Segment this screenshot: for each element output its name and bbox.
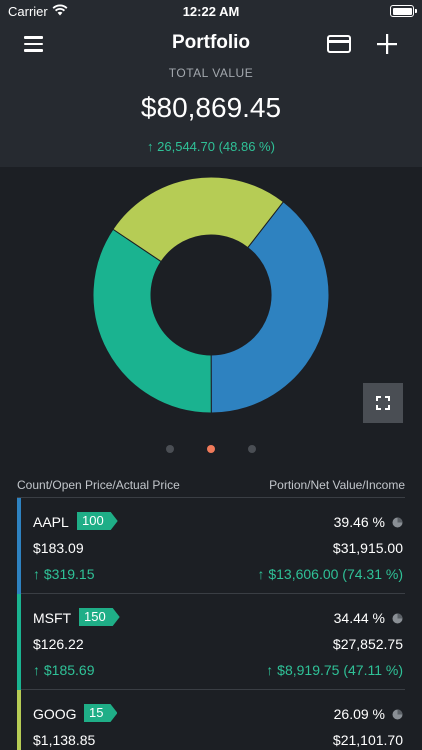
holding-open-price: $126.22 xyxy=(33,636,84,652)
holding-symbol: GOOG xyxy=(33,706,77,722)
holding-net-value: $31,915.00 xyxy=(332,540,403,556)
holding-count-tag: 15 xyxy=(84,704,117,722)
holding-color-bar xyxy=(17,690,21,750)
total-value: $80,869.45 xyxy=(140,92,282,123)
total-change: ↑ 26,544.70 (48.86 %) xyxy=(147,139,275,154)
holding-count-tag: 100 xyxy=(77,512,118,530)
holding-income: ↑ $13,606.00 (74.31 %) xyxy=(257,566,403,582)
navigation-bar: Portfolio xyxy=(0,26,422,62)
holding-row[interactable]: GOOG 15 26.09 % $1,138.85 $21,101.70 xyxy=(17,690,405,750)
holding-color-bar xyxy=(17,594,21,690)
page-dot[interactable] xyxy=(248,445,256,453)
card-button[interactable] xyxy=(326,32,352,56)
fullscreen-icon xyxy=(376,396,390,410)
pie-icon xyxy=(392,613,403,624)
menu-icon xyxy=(24,36,43,39)
holding-open-price: $183.09 xyxy=(33,540,84,556)
holding-net-value: $27,852.75 xyxy=(332,636,403,652)
total-value-label: TOTAL VALUE xyxy=(168,66,254,80)
holding-portion: 26.09 % xyxy=(333,706,385,722)
holding-symbol: AAPL xyxy=(33,514,69,530)
expand-button[interactable] xyxy=(363,383,403,423)
page-dot[interactable] xyxy=(166,445,174,453)
holding-price-change: ↑ $319.15 xyxy=(33,566,95,582)
donut-slice-msft[interactable] xyxy=(92,228,212,414)
list-header-left: Count/Open Price/Actual Price xyxy=(17,478,180,492)
holding-color-bar xyxy=(17,498,21,594)
holding-net-value: $21,101.70 xyxy=(332,732,403,748)
portfolio-donut-chart[interactable] xyxy=(0,167,422,437)
pie-icon xyxy=(392,709,403,720)
status-bar: Carrier 12:22 AM xyxy=(0,0,422,24)
pie-icon xyxy=(392,517,403,528)
holding-count-tag: 150 xyxy=(79,608,120,626)
holding-portion: 34.44 % xyxy=(333,610,385,626)
menu-button[interactable] xyxy=(20,32,48,56)
holding-symbol: MSFT xyxy=(33,610,72,626)
holding-row[interactable]: MSFT 150 34.44 % $126.22 $27,852.75 ↑ $1… xyxy=(17,594,405,690)
add-button[interactable] xyxy=(374,31,400,57)
credit-card-icon xyxy=(327,35,351,53)
page-indicator xyxy=(0,443,422,455)
list-header: Count/Open Price/Actual Price Portion/Ne… xyxy=(17,478,405,498)
holding-income: ↑ $8,919.75 (47.11 %) xyxy=(266,662,403,678)
clock-label: 12:22 AM xyxy=(182,4,240,19)
holding-open-price: $1,138.85 xyxy=(33,732,96,748)
page-dot[interactable] xyxy=(207,445,215,453)
plus-icon xyxy=(377,34,397,54)
holding-portion: 39.46 % xyxy=(333,514,385,530)
holding-price-change: ↑ $185.69 xyxy=(33,662,95,678)
list-header-right: Portion/Net Value/Income xyxy=(269,478,405,492)
holding-row[interactable]: AAPL 100 39.46 % $183.09 $31,915.00 ↑ $3… xyxy=(17,498,405,594)
page-title: Portfolio xyxy=(171,32,251,53)
battery-icon xyxy=(390,5,417,17)
